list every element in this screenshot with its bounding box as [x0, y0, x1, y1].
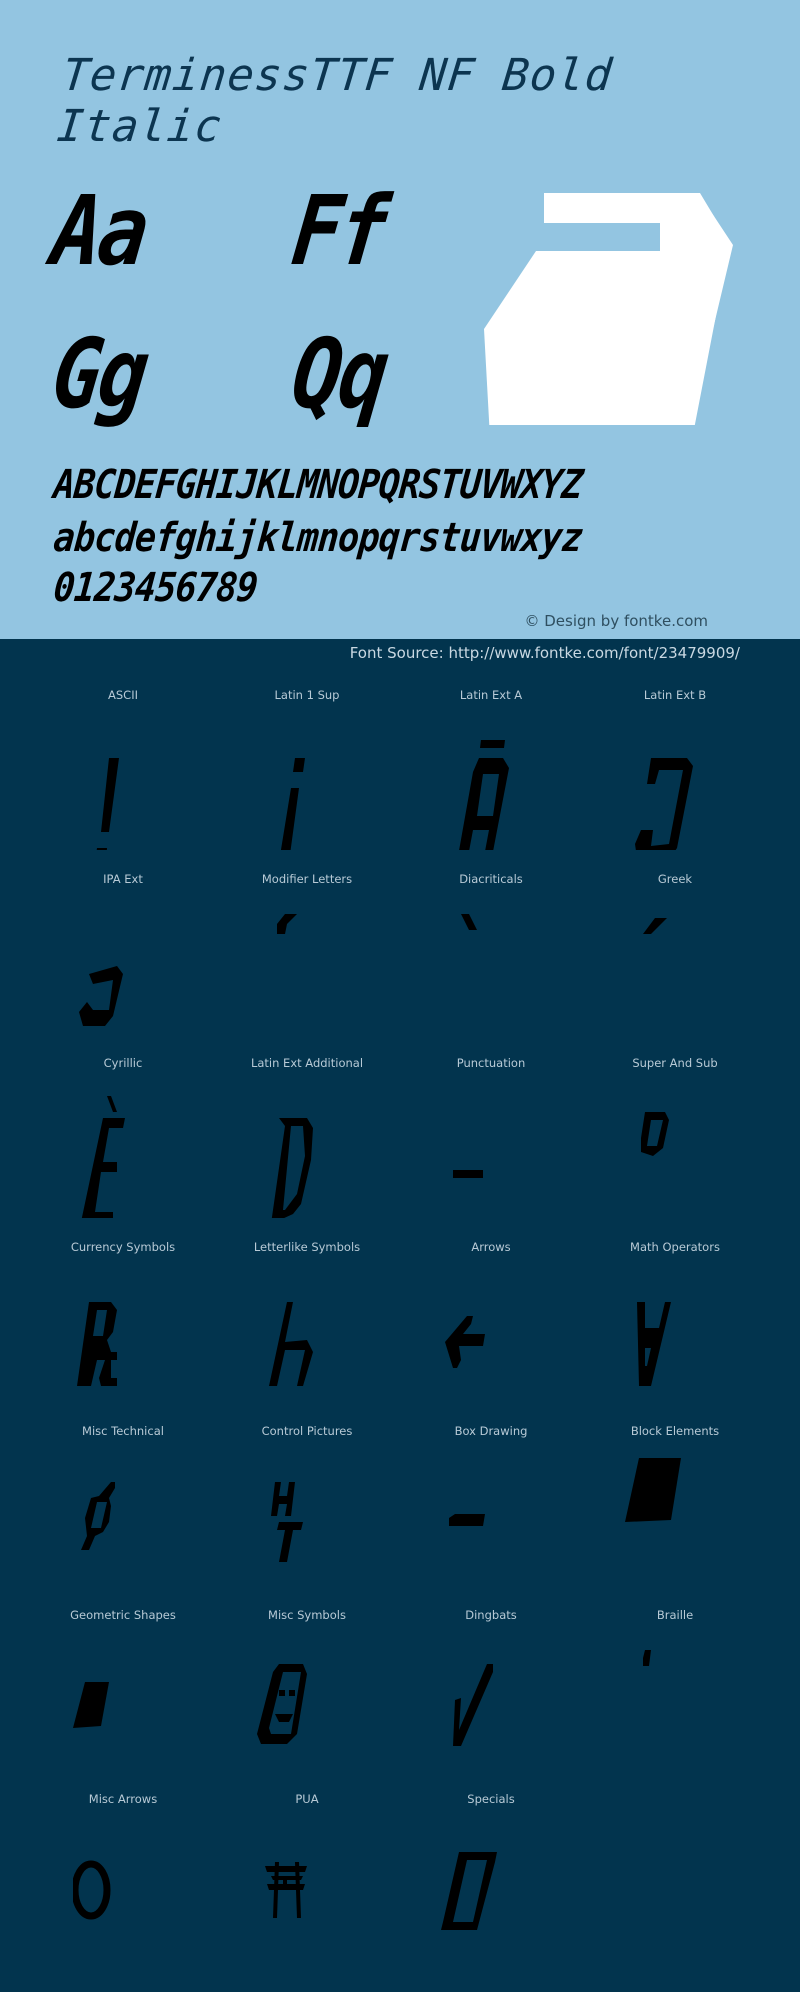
block-cell: IPA Ext: [31, 864, 215, 1048]
block-cell: Misc Technical: [31, 1416, 215, 1600]
a-macron-glyph-icon: [459, 740, 509, 850]
block-label: Super And Sub: [632, 1056, 718, 1070]
block-cell: ASCII: [31, 680, 215, 864]
block-cell: Control Pictures: [215, 1416, 399, 1600]
smiley-face-glyph-icon: [257, 1664, 307, 1744]
grave-accent-glyph-icon: [461, 914, 477, 930]
block-label: Box Drawing: [454, 1424, 528, 1438]
big-glyph-a: [484, 193, 733, 425]
block-cell: Cyrillic: [31, 1048, 215, 1232]
planck-h-glyph-icon: [269, 1302, 313, 1386]
design-credit: © Design by fontke.com: [524, 612, 708, 630]
block-cell: Misc Arrows: [31, 1784, 215, 1968]
block-label: Letterlike Symbols: [253, 1240, 361, 1254]
block-cell: Latin Ext B: [583, 680, 767, 864]
e-grave-glyph-icon: [81, 1096, 125, 1218]
uppercase-sample: ABCDEFGHIJKLMNOPQRSTUVWXYZ: [51, 462, 585, 508]
block-cell: Misc Symbols: [215, 1600, 399, 1784]
sample-pair-ff: Ff: [286, 175, 392, 287]
block-cell: Punctuation: [399, 1048, 583, 1232]
block-label: Dingbats: [465, 1608, 517, 1622]
block-label: Cyrillic: [103, 1056, 143, 1070]
block-cell: Math Operators: [583, 1232, 767, 1416]
exclamation-glyph-icon: [96, 758, 119, 850]
block-cell: Latin 1 Sup: [215, 680, 399, 864]
block-label: Currency Symbols: [70, 1240, 176, 1254]
block-label: Geometric Shapes: [70, 1608, 176, 1622]
font-source-link[interactable]: Font Source: http://www.fontke.com/font/…: [350, 644, 740, 662]
braille-dot-glyph-icon: [643, 1650, 651, 1666]
control-picture-ht-glyph-icon: [271, 1482, 303, 1562]
greek-tonos-glyph-icon: [643, 918, 667, 934]
d-dot-below-glyph-icon: [271, 1118, 313, 1218]
block-cell: Latin Ext Additional: [215, 1048, 399, 1232]
sample-pair-aa: Aa: [46, 175, 152, 287]
block-cell: Currency Symbols: [31, 1232, 215, 1416]
block-cell: Geometric Shapes: [31, 1600, 215, 1784]
left-arrow-glyph-icon: [445, 1316, 485, 1368]
block-label: Latin Ext B: [643, 688, 707, 702]
block-cell: Braille: [583, 1600, 767, 1784]
block-cell: Greek: [583, 864, 767, 1048]
black-square-glyph-icon: [73, 1682, 109, 1728]
block-label: Latin Ext Additional: [250, 1056, 364, 1070]
block-cell: Box Drawing: [399, 1416, 583, 1600]
block-label: Modifier Letters: [261, 872, 353, 886]
diameter-glyph-icon: [81, 1482, 115, 1550]
block-cell: Modifier Letters: [215, 864, 399, 1048]
open-o-glyph-icon: [79, 966, 123, 1026]
block-label: Misc Symbols: [268, 1608, 346, 1622]
modifier-letter-glyph-icon: [277, 914, 297, 934]
block-label: Control Pictures: [261, 1424, 353, 1438]
block-label: PUA: [295, 1792, 319, 1806]
block-label: Latin Ext A: [459, 688, 523, 702]
circle-glyph-icon: [73, 1860, 111, 1920]
peseta-glyph-icon: [77, 1302, 117, 1386]
block-label: Specials: [467, 1792, 515, 1806]
block-cell: Letterlike Symbols: [215, 1232, 399, 1416]
replacement-box-glyph-icon: [441, 1852, 497, 1930]
block-cell: Specials: [399, 1784, 583, 1968]
block-label: Greek: [657, 872, 693, 886]
sample-pair-qq: Qq: [286, 318, 392, 430]
block-cell: Dingbats: [399, 1600, 583, 1784]
hyphen-glyph-icon: [453, 1170, 483, 1178]
font-title: TerminessTTF NF Bold Italic: [54, 50, 616, 152]
block-label: Braille: [656, 1608, 694, 1622]
inverted-exclamation-glyph-icon: [280, 758, 305, 850]
block-cell: Block Elements: [583, 1416, 767, 1600]
block-label: Punctuation: [456, 1056, 526, 1070]
block-cell: PUA: [215, 1784, 399, 1968]
block-cell: Arrows: [399, 1232, 583, 1416]
block-label: Block Elements: [630, 1424, 720, 1438]
digits-sample: 0123456789: [51, 565, 260, 611]
block-label: Math Operators: [630, 1240, 720, 1254]
font-preview-header: TerminessTTF NF Bold Italic Aa Ff Gg Qq …: [0, 0, 800, 639]
full-block-glyph-icon: [625, 1458, 681, 1522]
box-drawing-line-glyph-icon: [449, 1514, 485, 1526]
block-cell: Super And Sub: [583, 1048, 767, 1232]
for-all-glyph-icon: [637, 1302, 671, 1386]
reversed-c-glyph-icon: [635, 758, 693, 850]
torii-gate-glyph-icon: [265, 1862, 307, 1918]
superscript-zero-glyph-icon: [641, 1112, 669, 1156]
sample-pair-gg: Gg: [46, 318, 152, 430]
block-label: ASCII: [108, 688, 138, 702]
block-label: Latin 1 Sup: [274, 688, 340, 702]
block-label: Diacriticals: [459, 872, 523, 886]
block-label: IPA Ext: [103, 872, 143, 886]
block-cell: Diacriticals: [399, 864, 583, 1048]
check-mark-glyph-icon: [453, 1664, 493, 1746]
block-label: Arrows: [471, 1240, 511, 1254]
block-label: Misc Arrows: [88, 1792, 158, 1806]
block-label: Misc Technical: [82, 1424, 164, 1438]
lowercase-sample: abcdefghijklmnopqrstuvwxyz: [51, 515, 585, 561]
block-cell: Latin Ext A: [399, 680, 583, 864]
